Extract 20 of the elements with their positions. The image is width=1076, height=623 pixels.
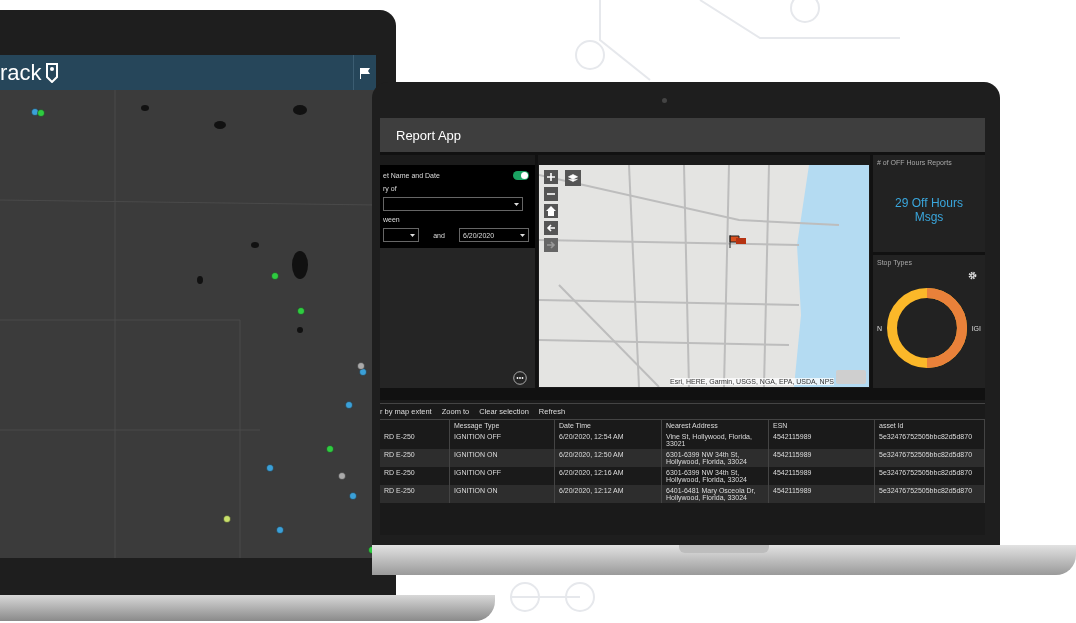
zoom-in-icon[interactable] (544, 170, 558, 184)
caret-icon (410, 233, 415, 237)
flag-marker-icon (729, 235, 747, 248)
toggle-switch[interactable] (513, 171, 529, 180)
zoom-out-icon[interactable] (544, 187, 558, 201)
app-title: Report App (396, 127, 462, 143)
back-arrow-icon[interactable] (544, 221, 558, 235)
dropdown-field[interactable] (383, 197, 523, 211)
camera-icon (662, 98, 667, 103)
flag-icon[interactable] (359, 66, 371, 79)
caret-icon (514, 202, 519, 206)
caret-icon (520, 233, 525, 237)
app-logo: rack (0, 61, 42, 84)
date-field[interactable] (383, 228, 419, 242)
home-icon[interactable] (544, 204, 558, 218)
counter-value: 29 Off Hours Msgs (894, 196, 964, 224)
shield-icon (45, 62, 58, 83)
more-icon[interactable] (513, 371, 527, 385)
layers-icon[interactable] (565, 170, 581, 186)
settings-icon[interactable] (968, 271, 977, 280)
